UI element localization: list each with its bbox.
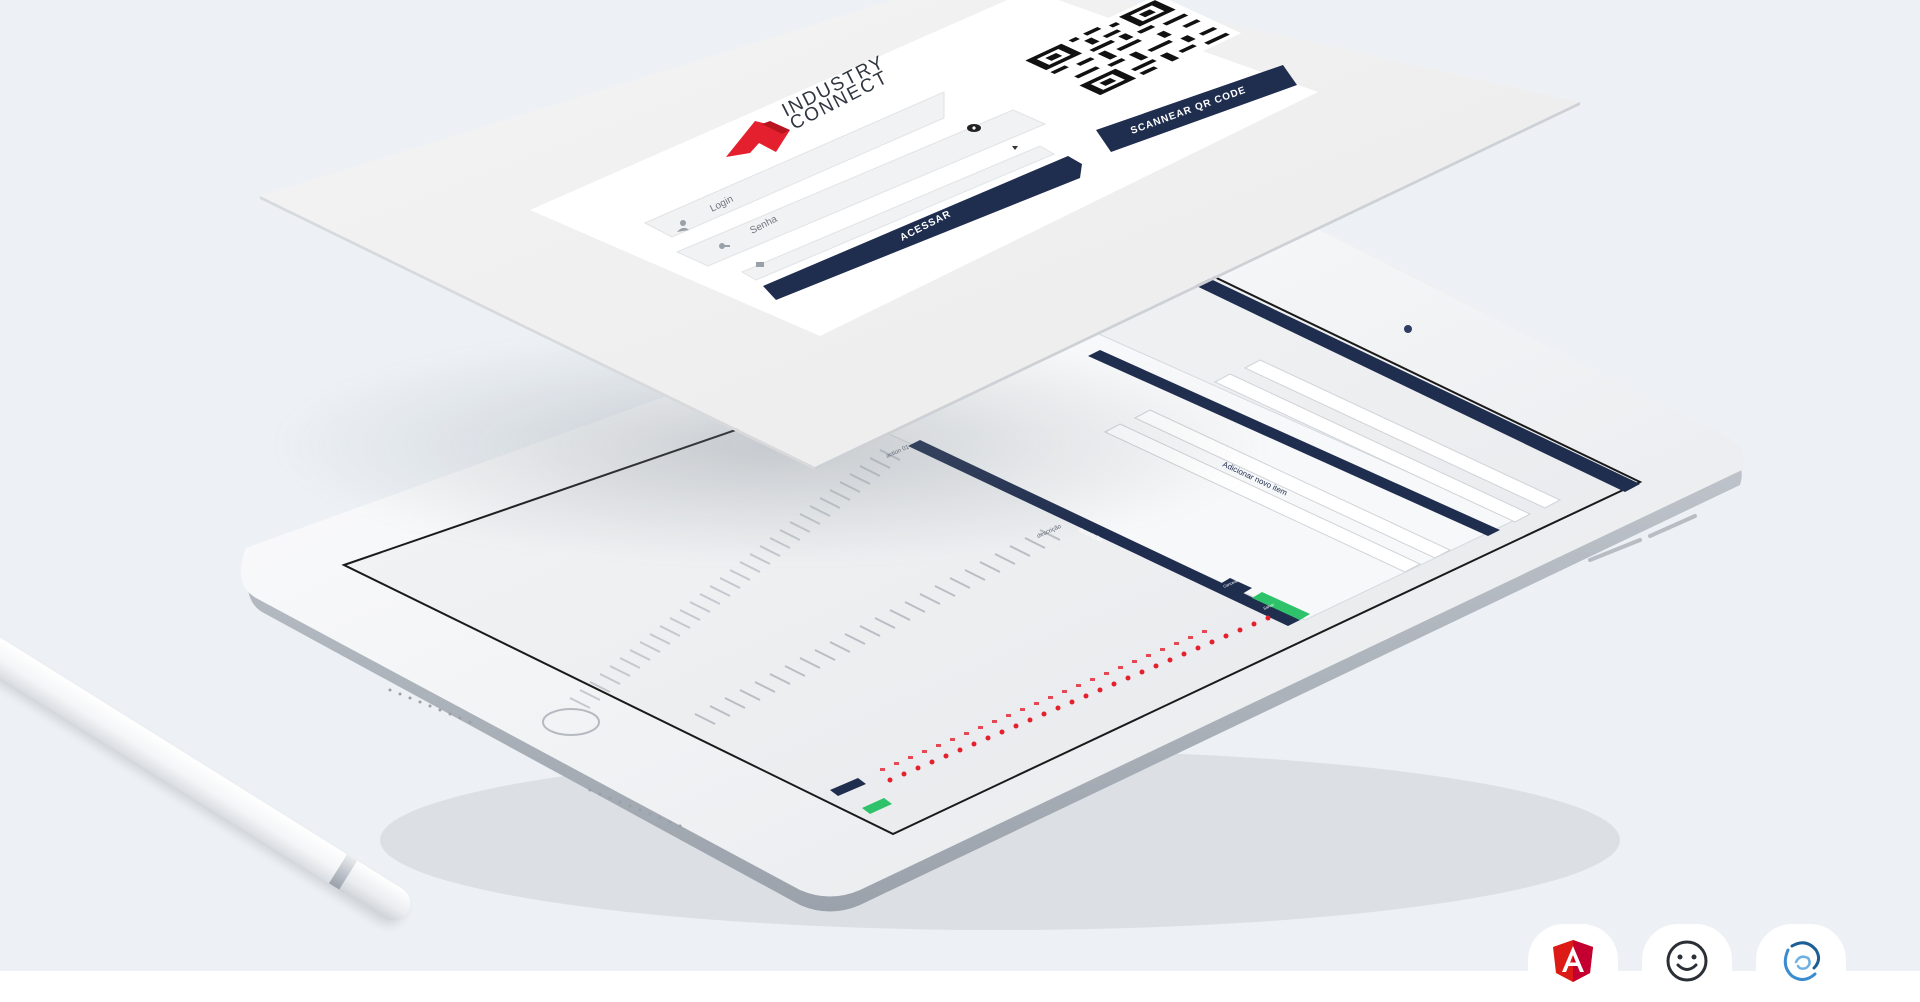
badge-smiley — [1642, 924, 1732, 994]
badge-ionic — [1756, 924, 1846, 994]
smiley-icon — [1666, 940, 1708, 982]
card-shadow — [280, 330, 1260, 560]
angular-icon — [1553, 940, 1593, 982]
front-camera — [1404, 325, 1412, 333]
tech-badges — [1528, 924, 1846, 994]
badge-angular — [1528, 924, 1618, 994]
ionic-swirl-icon — [1783, 941, 1821, 981]
